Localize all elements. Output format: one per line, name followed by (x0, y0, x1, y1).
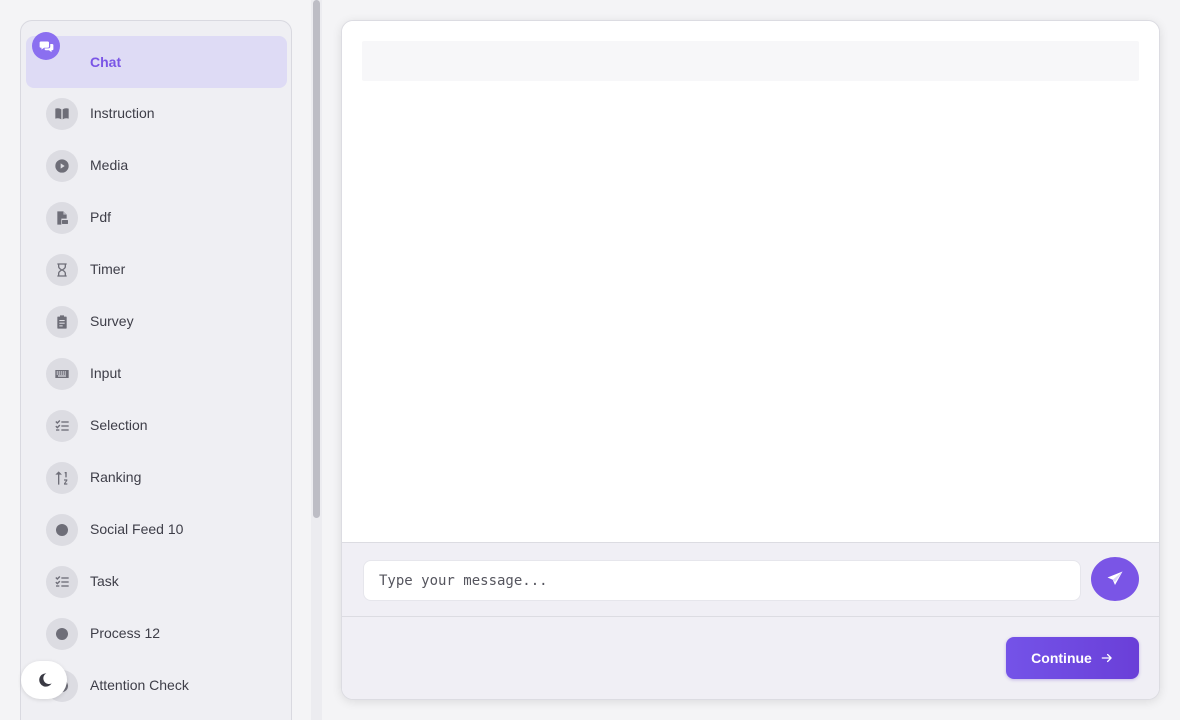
sort-icon (46, 462, 78, 494)
arrow-right-icon (1101, 653, 1112, 663)
continue-button[interactable]: Continue (1006, 637, 1139, 679)
sidebar-item-chat[interactable]: Chat (26, 32, 287, 88)
sidebar-item-label: Task (90, 573, 119, 589)
messages-area (342, 21, 1159, 542)
continue-label: Continue (1031, 650, 1092, 666)
sidebar-item-instruction[interactable]: Instruction (26, 88, 287, 140)
book-icon (46, 98, 78, 130)
panel-footer: Continue (342, 617, 1159, 699)
sidebar-item-pdf[interactable]: Pdf (26, 192, 287, 244)
pdf-file-icon (46, 202, 78, 234)
sidebar-item-task[interactable]: Task (26, 556, 287, 608)
sidebar-item-media[interactable]: Media (26, 140, 287, 192)
chat-icon (32, 32, 60, 60)
sidebar-item-label: Ranking (90, 469, 142, 485)
play-icon (46, 150, 78, 182)
sidebar-item-label: Pdf (90, 209, 112, 225)
keyboard-icon (46, 358, 78, 390)
moon-icon (39, 673, 52, 687)
message-placeholder-strip (362, 41, 1139, 81)
sidebar-item-label: Attention Check (90, 677, 189, 693)
hourglass-icon (46, 254, 78, 286)
sidebar-item-label: Instruction (90, 105, 155, 121)
clipboard-icon (46, 306, 78, 338)
sidebar-nav: Chat Instruction Media Pdf Timer Survey … (26, 32, 287, 712)
sidebar-item-input[interactable]: Input (26, 348, 287, 400)
sidebar-item-process-12[interactable]: Process 12 (26, 608, 287, 660)
sidebar-item-selection[interactable]: Selection (26, 400, 287, 452)
checklist-icon (46, 566, 78, 598)
message-input[interactable] (363, 560, 1081, 601)
sidebar-item-label: Input (90, 365, 122, 381)
circle-icon (46, 618, 78, 650)
message-composer (342, 542, 1159, 617)
sidebar-item-label: Social Feed 10 (90, 521, 184, 537)
sidebar-item-timer[interactable]: Timer (26, 244, 287, 296)
sidebar: Chat Instruction Media Pdf Timer Survey … (20, 20, 292, 720)
circle-icon (46, 514, 78, 546)
sidebar-item-label: Chat (90, 54, 122, 70)
sidebar-item-ranking[interactable]: Ranking (26, 452, 287, 504)
app: Chat Instruction Media Pdf Timer Survey … (0, 0, 1180, 720)
sidebar-item-survey[interactable]: Survey (26, 296, 287, 348)
sidebar-item-label: Media (90, 157, 129, 173)
theme-toggle-button[interactable] (21, 661, 67, 699)
send-button[interactable] (1091, 557, 1139, 601)
sidebar-item-label: Timer (90, 261, 126, 277)
checklist-icon (46, 410, 78, 442)
sidebar-item-label: Process 12 (90, 625, 161, 641)
sidebar-scrollbar[interactable] (311, 0, 322, 720)
scrollbar-thumb[interactable] (313, 0, 320, 518)
sidebar-item-label: Selection (90, 417, 148, 433)
sidebar-item-social-feed-10[interactable]: Social Feed 10 (26, 504, 287, 556)
sidebar-item-label: Survey (90, 313, 134, 329)
send-icon (1107, 571, 1123, 585)
chat-panel: Continue (341, 20, 1160, 700)
